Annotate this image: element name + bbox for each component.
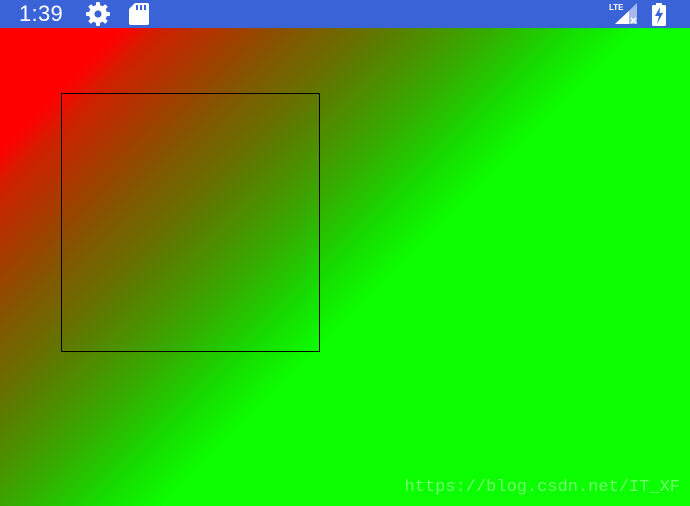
status-bar-right: LTE bbox=[609, 0, 667, 28]
status-time: 1:39 bbox=[19, 1, 64, 26]
square-outline bbox=[61, 93, 320, 352]
gear-icon bbox=[85, 1, 111, 27]
screen: 1:39 LTE https://blog.csdn.net/IT_XF bbox=[0, 0, 690, 506]
gradient-canvas bbox=[0, 28, 690, 506]
status-bar-left: 1:39 bbox=[19, 0, 150, 28]
sd-card-icon bbox=[128, 2, 150, 26]
lte-label: LTE bbox=[609, 3, 624, 12]
status-bar: 1:39 LTE bbox=[0, 0, 690, 28]
battery-charging-icon bbox=[651, 2, 667, 26]
lte-signal-icon: LTE bbox=[609, 2, 639, 26]
watermark-url: https://blog.csdn.net/IT_XF bbox=[404, 478, 680, 497]
